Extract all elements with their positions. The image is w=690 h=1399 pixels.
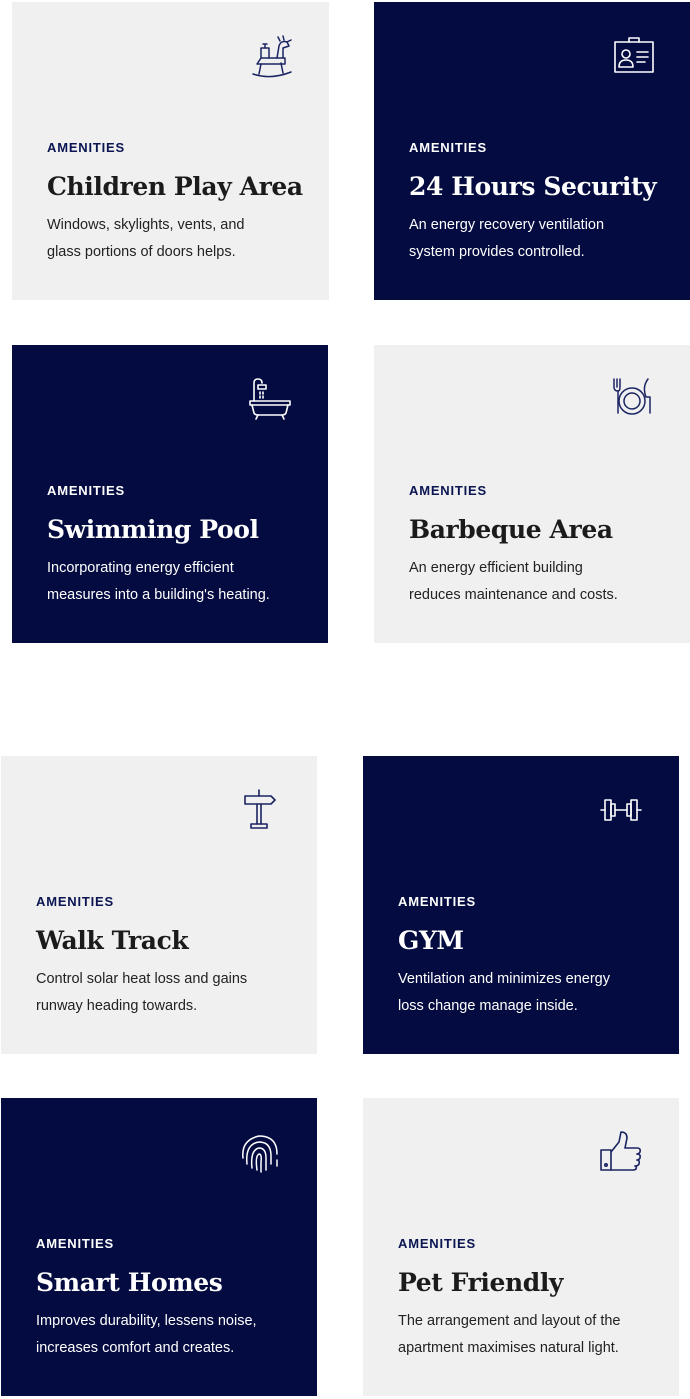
card-description-line: Incorporating energy efficient [47, 560, 234, 576]
card-description-line: An energy recovery ventilation [409, 217, 605, 233]
amenity-card-walk-track[interactable]: AMENITIES Walk Track Control solar heat … [1, 756, 317, 1054]
card-description-line: system provides controlled. [409, 244, 585, 260]
card-description: Control solar heat loss and gains runway… [36, 966, 306, 1020]
signpost-icon [235, 786, 283, 834]
card-title: Walk Track [36, 926, 189, 955]
amenity-card-barbeque-area[interactable]: AMENITIES Barbeque Area An energy effici… [374, 345, 690, 643]
card-description-line: increases comfort and creates. [36, 1340, 235, 1356]
card-description: Incorporating energy efficient measures … [47, 555, 317, 609]
amenity-card-swimming-pool[interactable]: AMENITIES Swimming Pool Incorporating en… [12, 345, 328, 643]
plate-cutlery-icon [608, 373, 656, 421]
card-description-line: glass portions of doors helps. [47, 244, 236, 260]
fingerprint-icon [235, 1128, 283, 1176]
card-description: Improves durability, lessens noise, incr… [36, 1308, 306, 1362]
card-eyebrow: AMENITIES [409, 483, 487, 498]
amenity-card-pet-friendly[interactable]: AMENITIES Pet Friendly The arrangement a… [363, 1098, 679, 1396]
card-title: 24 Hours Security [409, 172, 657, 201]
card-description-line: measures into a building's heating. [47, 587, 270, 603]
card-description-line: Ventilation and minimizes energy [398, 971, 610, 987]
thumbs-up-icon [597, 1128, 645, 1176]
bathtub-icon [246, 375, 294, 423]
card-description: The arrangement and layout of the apartm… [398, 1308, 668, 1362]
card-title: GYM [398, 926, 464, 955]
card-eyebrow: AMENITIES [398, 1236, 476, 1251]
card-eyebrow: AMENITIES [47, 140, 125, 155]
rocking-horse-icon [247, 34, 295, 82]
card-title: Swimming Pool [47, 515, 259, 544]
card-eyebrow: AMENITIES [36, 894, 114, 909]
card-eyebrow: AMENITIES [398, 894, 476, 909]
card-description-line: Improves durability, lessens noise, [36, 1313, 257, 1329]
id-card-icon [609, 32, 657, 80]
card-description-line: apartment maximises natural light. [398, 1340, 619, 1356]
card-description: Windows, skylights, vents, and glass por… [47, 212, 317, 266]
card-description-line: An energy efficient building [409, 560, 583, 576]
card-description-line: runway heading towards. [36, 998, 198, 1014]
amenity-card-smart-homes[interactable]: AMENITIES Smart Homes Improves durabilit… [1, 1098, 317, 1396]
card-title: Smart Homes [36, 1268, 223, 1297]
card-description-line: reduces maintenance and costs. [409, 587, 618, 603]
card-description: An energy efficient building reduces mai… [409, 555, 679, 609]
dumbbell-icon [597, 786, 645, 834]
card-description: Ventilation and minimizes energy loss ch… [398, 966, 668, 1020]
card-title: Barbeque Area [409, 515, 613, 544]
amenity-card-children-play-area[interactable]: AMENITIES Children Play Area Windows, sk… [12, 2, 329, 300]
card-description-line: loss change manage inside. [398, 998, 578, 1014]
card-eyebrow: AMENITIES [409, 140, 487, 155]
card-description: An energy recovery ventilation system pr… [409, 212, 679, 266]
amenity-card-gym[interactable]: AMENITIES GYM Ventilation and minimizes … [363, 756, 679, 1054]
card-description-line: Control solar heat loss and gains [36, 971, 248, 987]
card-description-line: Windows, skylights, vents, and [47, 217, 245, 233]
card-title: Pet Friendly [398, 1268, 564, 1297]
card-title: Children Play Area [47, 172, 303, 201]
amenity-card-24-hours-security[interactable]: AMENITIES 24 Hours Security An energy re… [374, 2, 690, 300]
card-eyebrow: AMENITIES [47, 483, 125, 498]
card-description-line: The arrangement and layout of the [398, 1313, 621, 1329]
card-eyebrow: AMENITIES [36, 1236, 114, 1251]
